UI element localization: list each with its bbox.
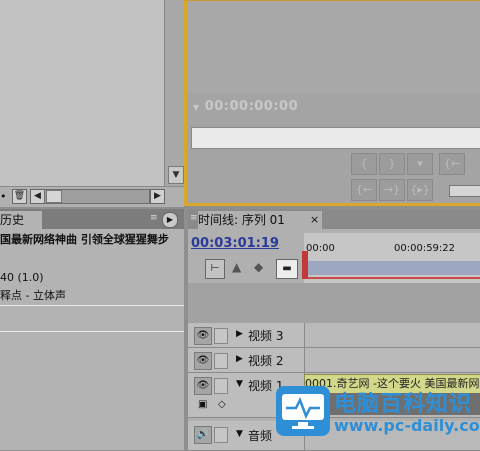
eye-icon[interactable]: 👁	[194, 327, 212, 345]
lock-toggle[interactable]	[214, 427, 228, 443]
keyframe-icon[interactable]: ◆	[254, 260, 263, 274]
partial-icon: •	[0, 190, 7, 203]
close-tab-icon[interactable]: ×	[310, 211, 322, 229]
expand-triangle-icon[interactable]: ▶	[236, 329, 243, 339]
grip-icon[interactable]: ≡	[190, 213, 198, 223]
trash-icon[interactable]: 🗑	[12, 189, 27, 204]
tab-history[interactable]: 历史	[0, 211, 42, 229]
play-in-out-icon[interactable]: {▸}	[407, 179, 433, 201]
collapse-triangle-icon[interactable]: ▼	[236, 379, 243, 389]
timeline-empty-area	[188, 283, 480, 323]
track-body-video-2[interactable]	[304, 348, 480, 373]
track-name: 视频 3	[248, 329, 284, 343]
history-tab-bar: 历史 ≡ ▶	[0, 209, 184, 229]
mark-in-icon[interactable]: {	[351, 153, 377, 175]
mark-out-icon[interactable]: }	[379, 153, 405, 175]
keyframe-icon[interactable]: ◇	[218, 399, 226, 410]
speaker-icon[interactable]: 🔊	[194, 426, 212, 444]
go-to-in-icon[interactable]: {←	[439, 153, 465, 175]
watermark: 电脑百科知识 www.pc-daily.com	[276, 378, 480, 450]
collapse-triangle-icon[interactable]: ▼	[236, 429, 243, 439]
timecode-triangle-icon: ▼	[193, 103, 200, 112]
panel-menu-icon[interactable]: ▶	[162, 212, 178, 228]
timeline-timecode[interactable]: 00:03:01:19	[191, 236, 279, 251]
snap-icon[interactable]: ⊢	[205, 259, 225, 279]
project-list-area[interactable]	[0, 0, 164, 186]
timeline-tab-bar: ≡ 时间线: 序列 01 ×	[188, 209, 480, 229]
lock-toggle[interactable]	[214, 353, 228, 369]
history-divider	[0, 305, 184, 306]
track-body-video-3[interactable]	[304, 323, 480, 348]
ruler-label-start: 00:00	[306, 243, 335, 254]
marker-icon[interactable]: ▾	[407, 153, 433, 175]
horizontal-scroll-thumb[interactable]	[46, 190, 62, 203]
monitor-logo-icon	[276, 386, 330, 436]
track-header-video-3: 👁 ▶ 视频 3	[188, 323, 304, 348]
track-name: 音频	[248, 429, 273, 443]
history-divider	[0, 331, 184, 332]
expand-triangle-icon[interactable]: ▶	[236, 354, 243, 364]
go-out-right-icon[interactable]: →}	[379, 179, 405, 201]
monitor-timecode[interactable]: ▼ 00:00:00:00	[193, 99, 298, 114]
watermark-title: 电脑百科知识	[334, 392, 473, 417]
track-name: 视频 2	[248, 354, 284, 368]
lock-toggle[interactable]	[214, 378, 228, 394]
display-style-icon[interactable]: ▣	[198, 399, 207, 410]
scroll-down-button[interactable]: ▼	[168, 166, 184, 184]
scroll-right-button[interactable]: ▶	[150, 189, 165, 204]
track-header-video-2: 👁 ▶ 视频 2	[188, 348, 304, 373]
history-item-rate[interactable]: 40 (1.0)	[0, 271, 44, 284]
zoom-slider-icon[interactable]: ▬	[276, 259, 298, 279]
eye-icon[interactable]: 👁	[194, 352, 212, 370]
time-ruler[interactable]: 00:00 00:00:59:22	[302, 233, 480, 283]
history-item-title[interactable]: 国最新网络神曲 引领全球猩猩舞步	[0, 231, 169, 247]
lock-toggle[interactable]	[214, 328, 228, 344]
work-area-bar[interactable]	[304, 277, 480, 279]
jog-shuttle[interactable]	[449, 185, 480, 197]
monitor-video-area	[187, 1, 480, 93]
project-panel: ▼ • 🗑 ◀ ▶	[0, 0, 185, 207]
history-panel: 历史 ≡ ▶ 国最新网络神曲 引领全球猩猩舞步 40 (1.0) 释点 - 立体…	[0, 209, 184, 450]
ruler-label-mid: 00:00:59:22	[394, 243, 456, 254]
scroll-left-button[interactable]: ◀	[30, 189, 45, 204]
monitor-scrub-bar[interactable]	[191, 127, 480, 149]
vertical-scrollbar[interactable]: ▼	[164, 0, 185, 186]
tab-timeline-sequence-01[interactable]: 时间线: 序列 01 ×	[198, 211, 322, 229]
eye-icon[interactable]: 👁	[194, 377, 212, 395]
history-item-audio[interactable]: 释点 - 立体声	[0, 287, 66, 303]
watermark-url: www.pc-daily.com	[334, 416, 480, 435]
ruler-ticks	[304, 261, 480, 275]
go-in-left-icon[interactable]: {←	[351, 179, 377, 201]
program-monitor-panel: ▼ 00:00:00:00 { } ▾ {← {← →} {▸}	[184, 0, 480, 206]
grip-icon[interactable]: ≡	[150, 213, 158, 223]
marker-tool-icon[interactable]: ▲	[232, 260, 241, 274]
playhead[interactable]	[302, 251, 308, 279]
